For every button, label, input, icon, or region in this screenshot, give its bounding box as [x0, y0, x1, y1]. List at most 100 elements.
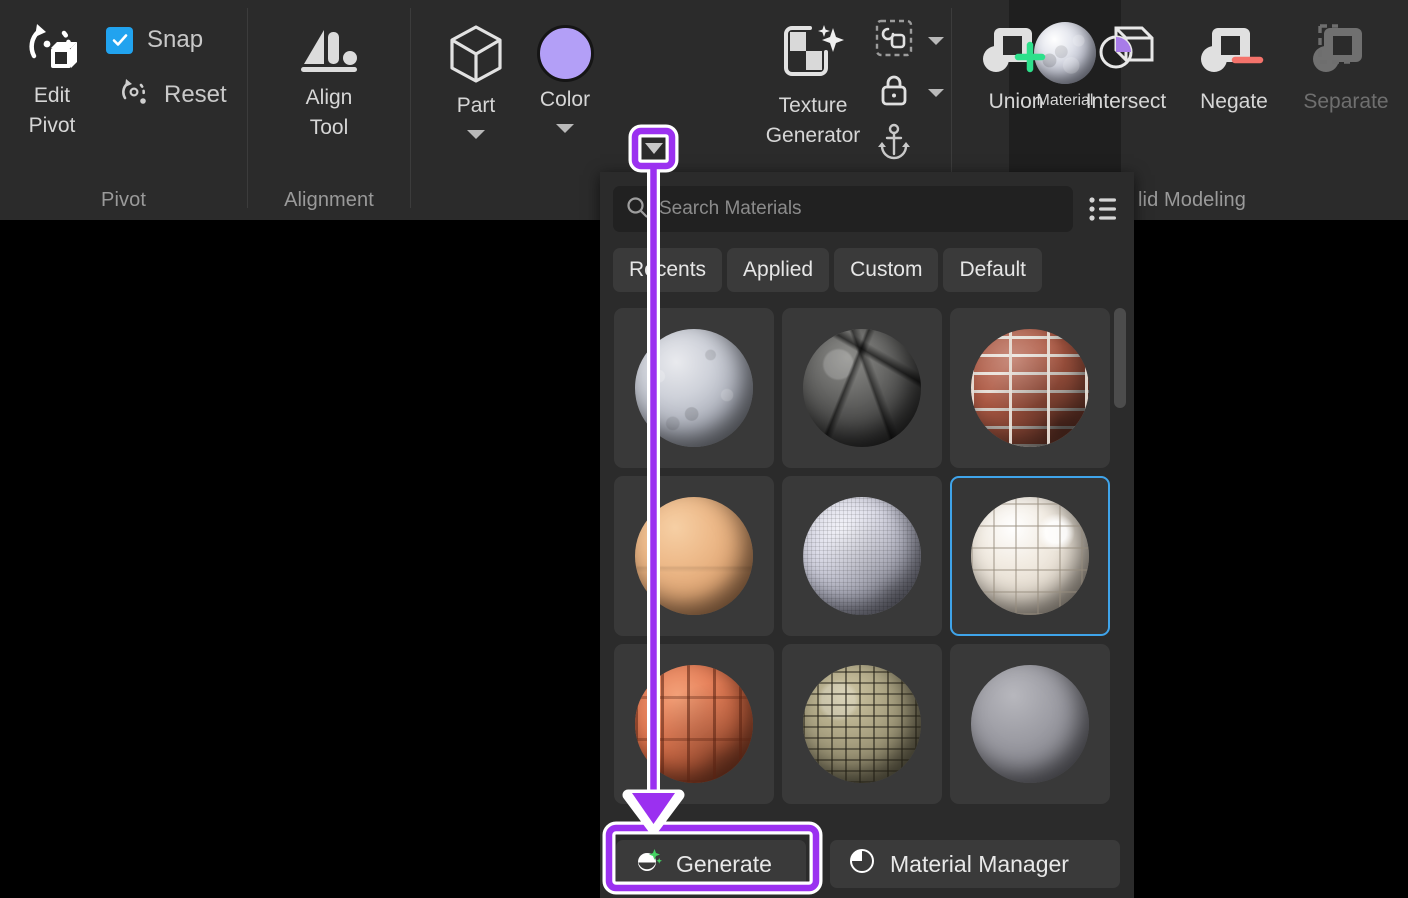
- material-tile-rock[interactable]: [782, 308, 942, 468]
- cube-icon: [445, 22, 507, 91]
- lock-icon[interactable]: [874, 70, 914, 115]
- intersect-icon: [1090, 20, 1162, 87]
- material-preview-cobblestone-icon: [803, 665, 921, 783]
- edit-pivot-icon: [24, 18, 80, 81]
- generate-sparkle-icon: [634, 847, 662, 881]
- edit-pivot-label-2: Pivot: [28, 114, 76, 138]
- intersect-label: Intersect: [1085, 90, 1167, 113]
- separate-button: Separate: [1292, 20, 1400, 117]
- anchor-tool-row[interactable]: [874, 122, 914, 167]
- texture-generator-icon: [780, 22, 846, 91]
- part-label: Part: [456, 94, 496, 117]
- material-tile-roof-tile[interactable]: [614, 644, 774, 804]
- group-chevron-down-icon[interactable]: [928, 36, 944, 45]
- material-preview-rock-icon: [803, 329, 921, 447]
- align-tool-button[interactable]: Align Tool: [288, 22, 370, 144]
- snap-toggle[interactable]: Snap: [106, 26, 203, 54]
- part-button[interactable]: Part: [436, 22, 516, 140]
- generate-button[interactable]: Generate: [616, 840, 806, 888]
- material-tile-brick[interactable]: [950, 308, 1110, 468]
- search-placeholder: Search Materials: [659, 198, 802, 219]
- material-cell[interactable]: [610, 304, 778, 472]
- snap-label: Snap: [147, 26, 204, 53]
- edit-pivot-button[interactable]: Edit Pivot: [14, 18, 90, 142]
- material-panel-footer: Generate Material Manager: [600, 830, 1134, 898]
- align-tool-label-2: Tool: [309, 116, 349, 140]
- material-preview-plastic-icon: [971, 665, 1089, 783]
- part-chevron-down-icon[interactable]: [467, 130, 485, 140]
- union-icon: [980, 20, 1052, 87]
- material-cell[interactable]: [778, 640, 946, 808]
- filter-chip-applied[interactable]: Applied: [727, 248, 830, 292]
- color-label: Color: [539, 88, 591, 111]
- material-dropdown-panel: Search Materials Recents Applied Custom …: [600, 172, 1134, 898]
- material-cell[interactable]: [946, 472, 1114, 640]
- material-cell[interactable]: [778, 304, 946, 472]
- material-tile-fabric[interactable]: [782, 476, 942, 636]
- negate-label: Negate: [1200, 90, 1268, 113]
- material-grid-scroll[interactable]: [603, 304, 1131, 860]
- search-icon: [625, 195, 649, 224]
- scrollbar-thumb[interactable]: [1114, 308, 1126, 408]
- material-tile-plastic[interactable]: [950, 644, 1110, 804]
- filter-chip-custom-label: Custom: [850, 258, 923, 281]
- material-manager-icon: [848, 847, 876, 881]
- group-label-solid-modeling: lid Modeling: [1138, 189, 1246, 211]
- filter-chip-applied-label: Applied: [743, 258, 814, 281]
- reset-pivot-icon: [118, 76, 150, 113]
- material-preview-brick-icon: [971, 329, 1089, 447]
- texture-generator-button[interactable]: Texture Generator: [743, 22, 883, 152]
- group-icon[interactable]: [874, 18, 914, 63]
- union-label: Union: [988, 90, 1044, 113]
- color-chevron-down-icon[interactable]: [556, 124, 574, 134]
- material-cell[interactable]: [610, 640, 778, 808]
- material-filter-chips: Recents Applied Custom Default: [613, 248, 1043, 292]
- material-manager-button[interactable]: Material Manager: [830, 840, 1120, 888]
- material-cell[interactable]: [610, 472, 778, 640]
- material-tile-skin[interactable]: [614, 476, 774, 636]
- intersect-button[interactable]: Intersect: [1074, 20, 1178, 117]
- lock-tool-row[interactable]: [874, 70, 944, 115]
- material-cell[interactable]: [778, 472, 946, 640]
- material-tile-ceramic-tile[interactable]: [950, 476, 1110, 636]
- edit-pivot-label-1: Edit: [33, 84, 71, 107]
- ribbon-group-pivot: Edit Pivot Snap Reset Pivot: [0, 0, 247, 220]
- reset-label: Reset: [164, 80, 227, 108]
- separate-icon: [1310, 20, 1382, 87]
- material-tile-concrete[interactable]: [614, 308, 774, 468]
- material-cell[interactable]: [946, 304, 1114, 472]
- material-grid-scrollbar[interactable]: [1114, 308, 1126, 854]
- material-cell[interactable]: [946, 640, 1114, 808]
- texture-generator-label-1: Texture: [778, 94, 848, 117]
- texture-generator-label-2: Generator: [765, 124, 861, 148]
- material-preview-ceramic-tile-icon: [971, 497, 1089, 615]
- search-row: Search Materials: [613, 184, 1121, 234]
- group-label-alignment: Alignment: [284, 189, 374, 211]
- filter-chip-custom[interactable]: Custom: [834, 248, 939, 292]
- material-grid: [610, 304, 1118, 808]
- filter-chip-recents[interactable]: Recents: [613, 248, 723, 292]
- align-tool-icon: [298, 22, 360, 83]
- group-label-pivot: Pivot: [101, 189, 146, 211]
- search-input[interactable]: Search Materials: [613, 186, 1073, 232]
- ribbon-group-alignment: Align Tool Alignment: [248, 0, 410, 220]
- material-manager-label: Material Manager: [890, 850, 1069, 877]
- material-preview-roof-tile-icon: [635, 665, 753, 783]
- checkbox-checked-icon[interactable]: [106, 26, 133, 54]
- material-preview-fabric-icon: [803, 497, 921, 615]
- material-preview-concrete-icon: [635, 329, 753, 447]
- filter-chip-default[interactable]: Default: [943, 248, 1043, 292]
- list-view-icon[interactable]: [1085, 191, 1121, 227]
- group-tool-row[interactable]: [874, 18, 944, 63]
- material-preview-skin-icon: [635, 497, 753, 615]
- separate-label: Separate: [1303, 90, 1389, 113]
- anchor-icon[interactable]: [874, 122, 914, 167]
- material-tile-cobblestone[interactable]: [782, 644, 942, 804]
- filter-chip-recents-label: Recents: [629, 258, 707, 281]
- reset-pivot-button[interactable]: Reset: [118, 76, 227, 113]
- color-button[interactable]: Color: [525, 25, 605, 134]
- lock-chevron-down-icon[interactable]: [928, 88, 944, 97]
- negate-button[interactable]: Negate: [1188, 20, 1280, 117]
- union-button[interactable]: Union: [970, 20, 1062, 117]
- color-swatch-icon[interactable]: [536, 25, 594, 82]
